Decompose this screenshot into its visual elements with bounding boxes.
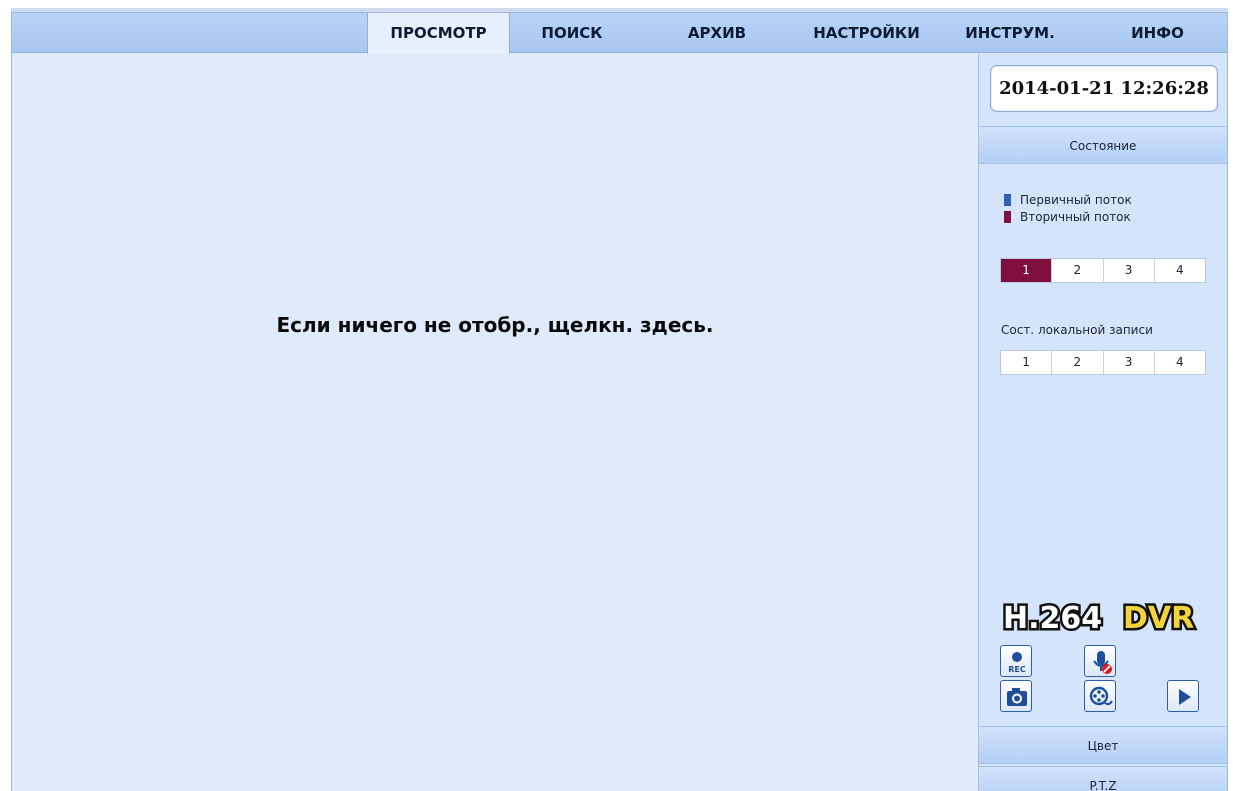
stream-channel-1[interactable]: 1 (1001, 259, 1053, 282)
play-icon (1179, 689, 1191, 705)
play-button[interactable] (1167, 680, 1199, 712)
logo-dvr-text: DVR (1123, 601, 1194, 634)
secondary-stream-swatch (1004, 210, 1011, 223)
tab-search[interactable]: ПОИСК (510, 13, 634, 53)
tab-settings[interactable]: НАСТРОЙКИ (789, 13, 944, 53)
legend-secondary-label: Вторичный поток (1020, 209, 1131, 224)
tab-info[interactable]: ИНФО (1100, 13, 1215, 53)
plugin-hint-link[interactable]: Если ничего не отобр., щелкн. здесь. (12, 313, 978, 337)
legend-primary-label: Первичный поток (1020, 192, 1132, 207)
film-reel-icon (1089, 686, 1113, 706)
status-button[interactable]: Состояние (979, 126, 1227, 164)
live-view-area[interactable]: Если ничего не отобр., щелкн. здесь. (12, 54, 978, 791)
snapshot-button[interactable] (1000, 680, 1032, 712)
camera-icon (1007, 688, 1027, 706)
record-channel-status: 1 2 3 4 (1000, 350, 1206, 375)
playback-button[interactable] (1084, 680, 1116, 712)
ptz-button[interactable]: P.T.Z (979, 766, 1227, 791)
h264-dvr-logo: H.264 DVR (1001, 599, 1197, 635)
top-navigation: ПРОСМОТР ПОИСК АРХИВ НАСТРОЙКИ ИНСТРУМ. … (12, 13, 1227, 54)
dvr-web-client: ПРОСМОТР ПОИСК АРХИВ НАСТРОЙКИ ИНСТРУМ. … (11, 12, 1228, 791)
color-button[interactable]: Цвет (979, 726, 1227, 764)
control-panel: 2014-01-21 12:26:28 Состояние Первичный … (978, 54, 1227, 791)
record-button[interactable]: REC (1000, 645, 1032, 677)
stream-channel-4[interactable]: 4 (1155, 259, 1205, 282)
record-channel-4[interactable]: 4 (1155, 351, 1205, 374)
record-channel-1[interactable]: 1 (1001, 351, 1053, 374)
legend-primary: Первичный поток (1004, 191, 1132, 208)
record-channel-2[interactable]: 2 (1052, 351, 1104, 374)
tab-live-view[interactable]: ПРОСМОТР (367, 13, 510, 54)
stream-channel-selector: 1 2 3 4 (1000, 258, 1206, 283)
rec-icon: REC (1008, 652, 1026, 674)
stream-legend: Первичный поток Вторичный поток (1004, 191, 1132, 225)
datetime-display: 2014-01-21 12:26:28 (990, 65, 1218, 112)
record-state-label: Сост. локальной записи (1001, 323, 1153, 337)
tab-tools[interactable]: ИНСТРУМ. (952, 13, 1068, 53)
tab-archive[interactable]: АРХИВ (652, 13, 782, 53)
primary-stream-swatch (1004, 193, 1011, 206)
stream-channel-3[interactable]: 3 (1104, 259, 1155, 282)
rec-label: REC (1008, 665, 1026, 674)
audio-button[interactable] (1084, 645, 1116, 677)
record-channel-3[interactable]: 3 (1104, 351, 1155, 374)
microphone-muted-icon (1093, 651, 1112, 674)
stream-channel-2[interactable]: 2 (1052, 259, 1104, 282)
legend-secondary: Вторичный поток (1004, 208, 1132, 225)
logo-h264-text: H.264 (1003, 601, 1102, 634)
